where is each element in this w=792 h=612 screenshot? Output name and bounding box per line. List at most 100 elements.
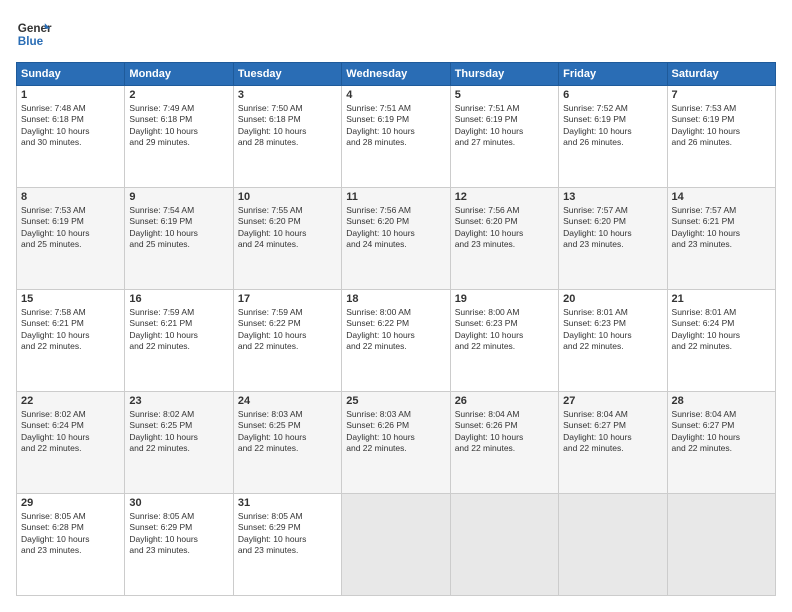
day-info: Sunrise: 8:02 AM Sunset: 6:24 PM Dayligh… <box>21 409 120 455</box>
calendar-cell: 26 Sunrise: 8:04 AM Sunset: 6:26 PM Dayli… <box>450 392 558 494</box>
day-number: 25 <box>346 395 445 407</box>
day-info: Sunrise: 8:04 AM Sunset: 6:26 PM Dayligh… <box>455 409 554 455</box>
calendar-cell: 3 Sunrise: 7:50 AM Sunset: 6:18 PM Daylig… <box>233 86 341 188</box>
day-info: Sunrise: 8:04 AM Sunset: 6:27 PM Dayligh… <box>563 409 662 455</box>
day-info: Sunrise: 7:48 AM Sunset: 6:18 PM Dayligh… <box>21 103 120 149</box>
calendar-cell: 12 Sunrise: 7:56 AM Sunset: 6:20 PM Dayli… <box>450 188 558 290</box>
day-number: 20 <box>563 293 662 305</box>
day-info: Sunrise: 7:56 AM Sunset: 6:20 PM Dayligh… <box>346 205 445 251</box>
day-info: Sunrise: 8:00 AM Sunset: 6:23 PM Dayligh… <box>455 307 554 353</box>
day-info: Sunrise: 7:51 AM Sunset: 6:19 PM Dayligh… <box>346 103 445 149</box>
day-number: 29 <box>21 497 120 509</box>
calendar-cell: 29 Sunrise: 8:05 AM Sunset: 6:28 PM Dayli… <box>17 494 125 596</box>
day-number: 31 <box>238 497 337 509</box>
calendar-week-3: 15 Sunrise: 7:58 AM Sunset: 6:21 PM Dayli… <box>17 290 776 392</box>
calendar-week-2: 8 Sunrise: 7:53 AM Sunset: 6:19 PM Daylig… <box>17 188 776 290</box>
calendar-cell: 23Sunrise: 8:02 AM Sunset: 6:25 PM Dayli… <box>125 392 233 494</box>
day-number: 24 <box>238 395 337 407</box>
day-info: Sunrise: 7:51 AM Sunset: 6:19 PM Dayligh… <box>455 103 554 149</box>
calendar-table: SundayMondayTuesdayWednesdayThursdayFrid… <box>16 62 776 596</box>
svg-text:General: General <box>18 22 52 35</box>
day-info: Sunrise: 7:53 AM Sunset: 6:19 PM Dayligh… <box>21 205 120 251</box>
calendar-cell: 22 Sunrise: 8:02 AM Sunset: 6:24 PM Dayli… <box>17 392 125 494</box>
day-number: 15 <box>21 293 120 305</box>
day-number: 14 <box>672 191 771 203</box>
day-number: 30 <box>129 497 228 509</box>
calendar-cell: 4 Sunrise: 7:51 AM Sunset: 6:19 PM Daylig… <box>342 86 450 188</box>
weekday-header-sunday: Sunday <box>17 63 125 86</box>
day-info: Sunrise: 8:05 AM Sunset: 6:29 PM Dayligh… <box>129 511 228 557</box>
day-number: 8 <box>21 191 120 203</box>
logo-icon: General Blue <box>16 16 52 52</box>
day-info: Sunrise: 7:49 AM Sunset: 6:18 PM Dayligh… <box>129 103 228 149</box>
calendar-week-4: 22 Sunrise: 8:02 AM Sunset: 6:24 PM Dayli… <box>17 392 776 494</box>
day-number: 22 <box>21 395 120 407</box>
day-info: Sunrise: 8:03 AM Sunset: 6:26 PM Dayligh… <box>346 409 445 455</box>
calendar-cell: 7 Sunrise: 7:53 AM Sunset: 6:19 PM Daylig… <box>667 86 775 188</box>
calendar-cell: 18 Sunrise: 8:00 AM Sunset: 6:22 PM Dayli… <box>342 290 450 392</box>
day-number: 19 <box>455 293 554 305</box>
calendar-cell <box>667 494 775 596</box>
calendar-cell: 10 Sunrise: 7:55 AM Sunset: 6:20 PM Dayli… <box>233 188 341 290</box>
day-number: 18 <box>346 293 445 305</box>
day-number: 13 <box>563 191 662 203</box>
day-number: 6 <box>563 89 662 101</box>
calendar-cell: 31 Sunrise: 8:05 AM Sunset: 6:29 PM Dayli… <box>233 494 341 596</box>
calendar-cell: 13Sunrise: 7:57 AM Sunset: 6:20 PM Dayli… <box>559 188 667 290</box>
calendar-week-5: 29 Sunrise: 8:05 AM Sunset: 6:28 PM Dayli… <box>17 494 776 596</box>
day-info: Sunrise: 7:58 AM Sunset: 6:21 PM Dayligh… <box>21 307 120 353</box>
calendar-cell: 17Sunrise: 7:59 AM Sunset: 6:22 PM Dayli… <box>233 290 341 392</box>
day-info: Sunrise: 8:05 AM Sunset: 6:29 PM Dayligh… <box>238 511 337 557</box>
calendar-cell: 5 Sunrise: 7:51 AM Sunset: 6:19 PM Daylig… <box>450 86 558 188</box>
calendar-cell: 15 Sunrise: 7:58 AM Sunset: 6:21 PM Dayli… <box>17 290 125 392</box>
calendar-cell: 27 Sunrise: 8:04 AM Sunset: 6:27 PM Dayli… <box>559 392 667 494</box>
calendar-cell: 6 Sunrise: 7:52 AM Sunset: 6:19 PM Daylig… <box>559 86 667 188</box>
day-number: 7 <box>672 89 771 101</box>
day-info: Sunrise: 8:01 AM Sunset: 6:23 PM Dayligh… <box>563 307 662 353</box>
weekday-header-tuesday: Tuesday <box>233 63 341 86</box>
day-number: 9 <box>129 191 228 203</box>
day-number: 1 <box>21 89 120 101</box>
day-number: 10 <box>238 191 337 203</box>
calendar-cell <box>559 494 667 596</box>
weekday-header-thursday: Thursday <box>450 63 558 86</box>
calendar-cell: 30 Sunrise: 8:05 AM Sunset: 6:29 PM Dayli… <box>125 494 233 596</box>
day-info: Sunrise: 7:56 AM Sunset: 6:20 PM Dayligh… <box>455 205 554 251</box>
day-info: Sunrise: 7:52 AM Sunset: 6:19 PM Dayligh… <box>563 103 662 149</box>
calendar-cell: 8 Sunrise: 7:53 AM Sunset: 6:19 PM Daylig… <box>17 188 125 290</box>
calendar-cell <box>450 494 558 596</box>
calendar-cell: 11 Sunrise: 7:56 AM Sunset: 6:20 PM Dayli… <box>342 188 450 290</box>
day-info: Sunrise: 7:53 AM Sunset: 6:19 PM Dayligh… <box>672 103 771 149</box>
calendar-cell: 19 Sunrise: 8:00 AM Sunset: 6:23 PM Dayli… <box>450 290 558 392</box>
day-number: 27 <box>563 395 662 407</box>
day-number: 16 <box>129 293 228 305</box>
header: General Blue <box>16 16 776 52</box>
day-info: Sunrise: 7:59 AM Sunset: 6:21 PM Dayligh… <box>129 307 228 353</box>
day-number: 17 <box>238 293 337 305</box>
day-number: 12 <box>455 191 554 203</box>
day-number: 2 <box>129 89 228 101</box>
day-info: Sunrise: 7:55 AM Sunset: 6:20 PM Dayligh… <box>238 205 337 251</box>
day-info: Sunrise: 8:01 AM Sunset: 6:24 PM Dayligh… <box>672 307 771 353</box>
day-number: 4 <box>346 89 445 101</box>
day-info: Sunrise: 8:04 AM Sunset: 6:27 PM Dayligh… <box>672 409 771 455</box>
weekday-header-monday: Monday <box>125 63 233 86</box>
svg-text:Blue: Blue <box>18 35 44 48</box>
day-info: Sunrise: 8:00 AM Sunset: 6:22 PM Dayligh… <box>346 307 445 353</box>
day-info: Sunrise: 7:57 AM Sunset: 6:21 PM Dayligh… <box>672 205 771 251</box>
calendar-cell: 9Sunrise: 7:54 AM Sunset: 6:19 PM Daylig… <box>125 188 233 290</box>
logo: General Blue <box>16 16 52 52</box>
day-number: 26 <box>455 395 554 407</box>
calendar-cell: 20 Sunrise: 8:01 AM Sunset: 6:23 PM Dayli… <box>559 290 667 392</box>
day-info: Sunrise: 8:02 AM Sunset: 6:25 PM Dayligh… <box>129 409 228 455</box>
day-info: Sunrise: 8:03 AM Sunset: 6:25 PM Dayligh… <box>238 409 337 455</box>
day-number: 11 <box>346 191 445 203</box>
day-number: 5 <box>455 89 554 101</box>
page: General Blue SundayMondayTuesdayWednesda… <box>0 0 792 612</box>
calendar-cell: 24 Sunrise: 8:03 AM Sunset: 6:25 PM Dayli… <box>233 392 341 494</box>
calendar-cell: 28Sunrise: 8:04 AM Sunset: 6:27 PM Dayli… <box>667 392 775 494</box>
day-info: Sunrise: 8:05 AM Sunset: 6:28 PM Dayligh… <box>21 511 120 557</box>
day-number: 3 <box>238 89 337 101</box>
calendar-week-1: 1 Sunrise: 7:48 AM Sunset: 6:18 PM Daylig… <box>17 86 776 188</box>
day-info: Sunrise: 7:50 AM Sunset: 6:18 PM Dayligh… <box>238 103 337 149</box>
